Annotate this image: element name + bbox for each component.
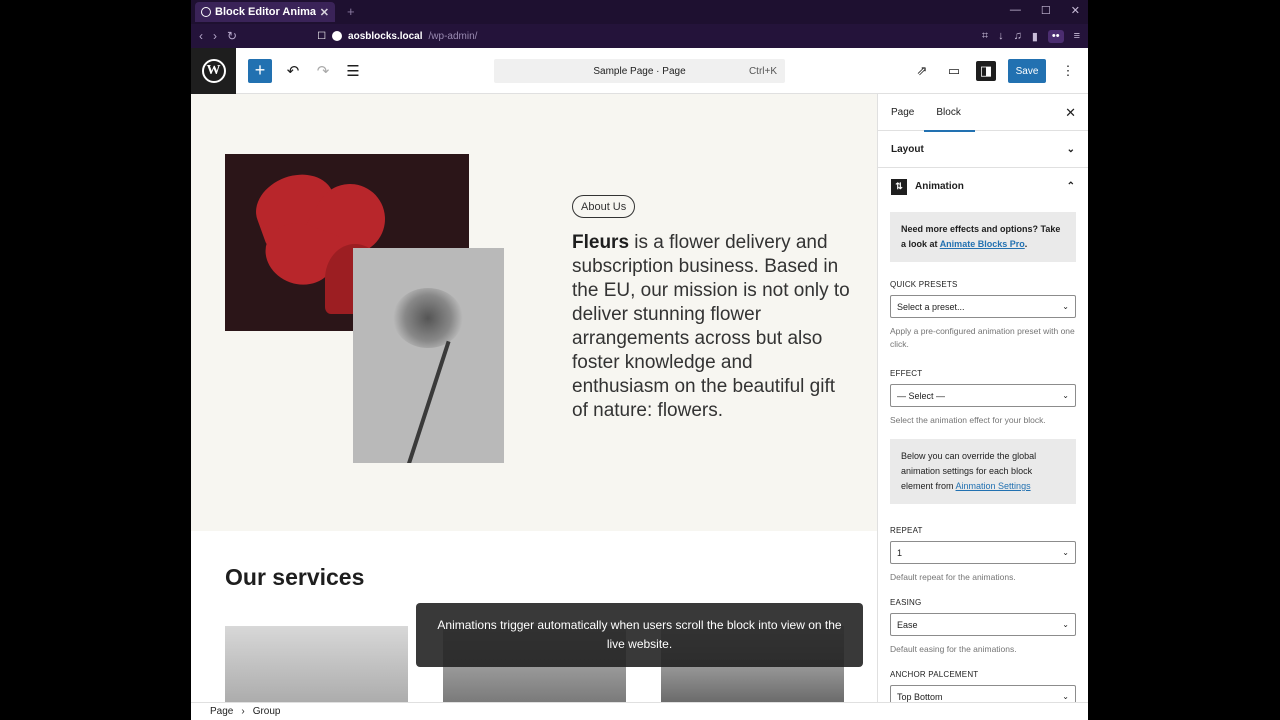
- effect-label: EFFECT: [890, 369, 923, 378]
- redo-icon[interactable]: ↷: [314, 62, 332, 80]
- chevron-down-icon: ⌄: [1062, 620, 1069, 629]
- effect-value: — Select —: [897, 390, 946, 401]
- editor-toolbar: W + ↶ ↷ ☰ Sample Page · Page Ctrl+K ⇗ ▭ …: [191, 47, 1088, 94]
- block-breadcrumb: Page › Group: [191, 702, 1088, 720]
- phacelia-image[interactable]: [353, 248, 504, 463]
- easing-value: Ease: [897, 619, 918, 630]
- repeat-help: Default repeat for the animations.: [890, 572, 1016, 582]
- new-tab-icon[interactable]: +: [347, 4, 355, 19]
- animation-icon: ⇅: [891, 178, 907, 195]
- browser-tools: ⌗ ↓ ♫ ▮ •• ≡: [982, 29, 1080, 43]
- tab-close-icon[interactable]: ✕: [320, 6, 329, 19]
- wordpress-icon: W: [201, 58, 226, 83]
- effect-select[interactable]: — Select — ⌄: [890, 384, 1076, 407]
- editor-right-tools: ⇗ ▭ ◨ Save ⋮: [912, 59, 1078, 83]
- anchor-placement-label: ANCHOR PALCEMENT: [890, 670, 979, 679]
- undo-icon[interactable]: ↶: [284, 62, 302, 80]
- caption-toast: Animations trigger automatically when us…: [416, 603, 863, 667]
- repeat-value: 1: [897, 547, 903, 558]
- tab-favicon-icon: [201, 7, 211, 17]
- download-icon[interactable]: ↓: [998, 30, 1004, 43]
- window-close-icon[interactable]: ✕: [1071, 4, 1080, 17]
- animation-settings-link[interactable]: Ainmation Settings: [956, 481, 1031, 491]
- site-favicon-icon: [332, 31, 343, 41]
- quick-presets-select[interactable]: Select a preset... ⌄: [890, 295, 1076, 318]
- browser-window: Block Editor Anima ✕ + — ☐ ✕ ‹ › ↻ ☐ aos…: [191, 0, 1088, 720]
- options-icon[interactable]: ⋮: [1058, 61, 1078, 81]
- repeat-label: REPEAT: [890, 526, 923, 535]
- layout-panel-toggle[interactable]: Layout ⌄: [878, 131, 1088, 168]
- view-page-icon[interactable]: ⇗: [912, 61, 932, 81]
- breadcrumb-separator-icon: ›: [241, 706, 245, 717]
- easing-select[interactable]: Ease ⌄: [890, 613, 1076, 636]
- extension-icon[interactable]: ••: [1047, 29, 1064, 43]
- save-button[interactable]: Save: [1008, 59, 1046, 83]
- anchor-placement-select[interactable]: Top Bottom ⌄: [890, 685, 1076, 702]
- tab-title: Block Editor Anima: [215, 6, 316, 18]
- bookmark-icon[interactable]: ☐: [317, 31, 326, 42]
- chevron-down-icon: ⌄: [1062, 302, 1069, 311]
- services-heading[interactable]: Our services: [225, 564, 364, 591]
- brand-name: Fleurs: [572, 232, 630, 253]
- command-title: Sample Page · Page: [593, 65, 686, 77]
- effect-help: Select the animation effect for your blo…: [890, 415, 1046, 425]
- menu-icon[interactable]: ≡: [1074, 30, 1080, 43]
- settings-sidebar: Page Block ✕ Layout ⌄ ⇅ Animation ⌃ Need…: [877, 94, 1088, 702]
- animation-panel-title: Animation: [915, 181, 964, 192]
- wordpress-logo[interactable]: W: [191, 47, 236, 94]
- reload-icon[interactable]: ↻: [227, 29, 237, 43]
- sidebar-toggle-icon[interactable]: ▮: [1032, 30, 1038, 43]
- promo-notice: Need more effects and options? Take a lo…: [890, 212, 1076, 262]
- sidebar-tabs: Page Block ✕: [878, 94, 1088, 132]
- about-section[interactable]: About Us Fleurs is a flower delivery and…: [191, 94, 877, 531]
- browser-tab[interactable]: Block Editor Anima ✕: [195, 2, 335, 22]
- add-block-button[interactable]: +: [248, 58, 272, 83]
- breadcrumb-item[interactable]: Page: [210, 706, 233, 717]
- minimize-icon[interactable]: —: [1010, 4, 1021, 17]
- close-sidebar-icon[interactable]: ✕: [1065, 105, 1076, 121]
- chevron-down-icon: ⌄: [1062, 391, 1069, 400]
- url-host: aosblocks.local: [348, 30, 423, 42]
- chevron-down-icon: ⌄: [1062, 548, 1069, 557]
- screenshot-icon[interactable]: ⌗: [982, 30, 988, 43]
- window-controls: — ☐ ✕: [1010, 4, 1080, 17]
- music-icon[interactable]: ♫: [1014, 30, 1022, 43]
- back-icon[interactable]: ‹: [199, 29, 203, 43]
- preview-device-icon[interactable]: ▭: [944, 61, 964, 81]
- breadcrumb-item[interactable]: Group: [253, 706, 281, 717]
- anchor-placement-value: Top Bottom: [897, 691, 943, 702]
- document-overview-icon[interactable]: ☰: [344, 62, 362, 80]
- easing-help: Default easing for the animations.: [890, 644, 1017, 654]
- promo-suffix: .: [1024, 239, 1028, 249]
- layout-panel-title: Layout: [891, 143, 924, 155]
- tab-block[interactable]: Block: [924, 94, 976, 132]
- settings-sidebar-icon[interactable]: ◨: [976, 61, 996, 81]
- quick-presets-value: Select a preset...: [897, 301, 965, 312]
- about-paragraph[interactable]: Fleurs is a flower delivery and subscrip…: [572, 231, 852, 423]
- easing-label: EASING: [890, 598, 922, 607]
- service-image[interactable]: [225, 626, 408, 702]
- url-field[interactable]: ☐ aosblocks.local/wp-admin/: [317, 31, 972, 42]
- promo-link[interactable]: Animate Blocks Pro: [940, 239, 1025, 249]
- command-shortcut: Ctrl+K: [748, 65, 777, 77]
- command-palette-button[interactable]: Sample Page · Page Ctrl+K: [494, 59, 785, 83]
- chevron-down-icon: ⌄: [1062, 692, 1069, 701]
- browser-tab-bar: Block Editor Anima ✕ + — ☐ ✕: [191, 0, 1088, 24]
- about-body: is a flower delivery and subscription bu…: [572, 232, 850, 421]
- repeat-select[interactable]: 1 ⌄: [890, 541, 1076, 564]
- chevron-up-icon: ⌃: [1066, 181, 1075, 192]
- quick-presets-label: QUICK PRESETS: [890, 280, 958, 289]
- chevron-down-icon: ⌄: [1066, 143, 1075, 155]
- about-us-pill[interactable]: About Us: [572, 195, 636, 218]
- maximize-icon[interactable]: ☐: [1041, 4, 1051, 17]
- tab-page[interactable]: Page: [891, 107, 914, 118]
- address-bar: ‹ › ↻ ☐ aosblocks.local/wp-admin/ ⌗ ↓ ♫ …: [191, 24, 1088, 48]
- url-path: /wp-admin/: [428, 30, 478, 42]
- animation-panel-toggle[interactable]: ⇅ Animation ⌃: [878, 168, 1088, 205]
- forward-icon[interactable]: ›: [213, 29, 217, 43]
- override-notice: Below you can override the global animat…: [890, 439, 1076, 504]
- quick-presets-help: Apply a pre-configured animation preset …: [890, 326, 1075, 349]
